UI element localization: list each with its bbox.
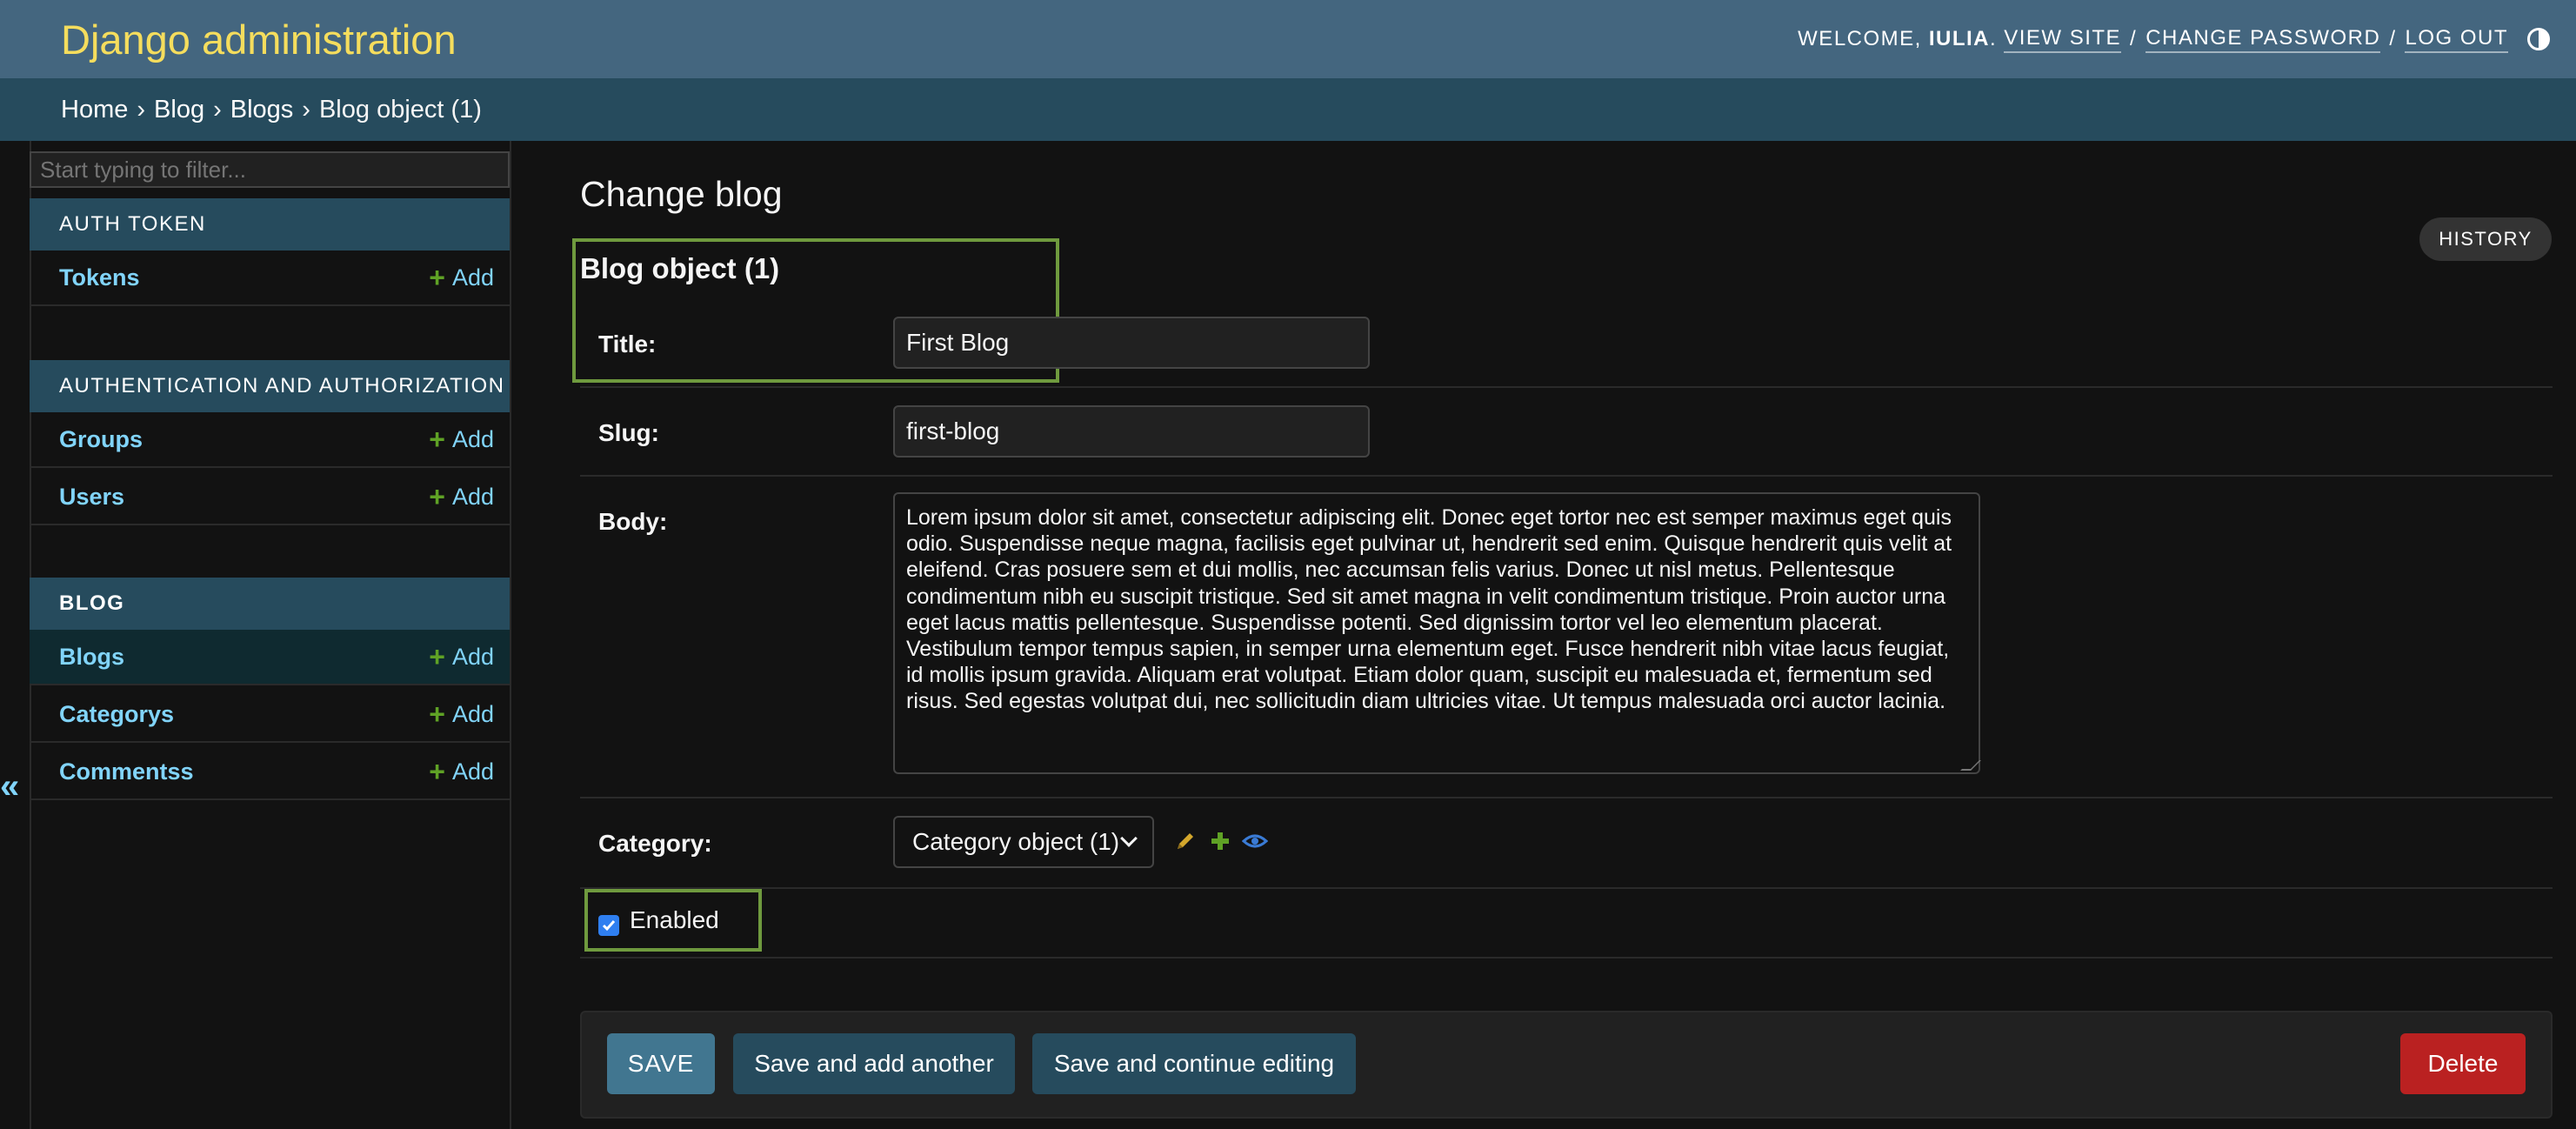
header: Django administration Welcome, Iulia . V… xyxy=(0,0,2576,78)
form-row-category xyxy=(580,798,2553,889)
save-and-add-another-button[interactable]: Save and add another xyxy=(733,1033,1015,1094)
history-button[interactable]: History xyxy=(2419,217,2552,261)
plus-icon: + xyxy=(429,480,445,512)
sidebar-item-tokens: Tokens + Add xyxy=(30,251,510,306)
chevron-down-icon xyxy=(1120,830,1138,847)
sidebar-item-blogs: Blogs + Add xyxy=(30,630,510,685)
form-row-title xyxy=(580,315,2553,388)
view-site-link[interactable]: View site xyxy=(2004,26,2122,53)
category-select[interactable]: Category object (1) xyxy=(893,816,1154,868)
welcome-text: Welcome, xyxy=(1798,27,1922,50)
add-blogs-link[interactable]: + Add xyxy=(429,641,494,673)
module-caption-auth-token[interactable]: Auth Token xyxy=(30,198,510,251)
log-out-link[interactable]: Log out xyxy=(2405,26,2508,53)
model-link-groups[interactable]: Groups xyxy=(59,426,143,453)
theme-toggle-icon[interactable] xyxy=(2527,28,2550,50)
title-label: Title: xyxy=(598,331,657,357)
plus-icon: + xyxy=(429,423,445,455)
slug-input[interactable] xyxy=(893,405,1370,458)
model-link-blogs[interactable]: Blogs xyxy=(59,644,124,671)
username: Iulia xyxy=(1928,27,1991,50)
save-button[interactable]: Save xyxy=(607,1033,715,1094)
add-label: Add xyxy=(451,425,494,452)
module-caption-blog[interactable]: Blog xyxy=(30,578,510,630)
slug-label: Slug: xyxy=(598,419,659,446)
sidebar-item-commentss: Commentss + Add xyxy=(30,745,510,800)
enabled-checkbox[interactable] xyxy=(598,915,619,936)
user-tools: Welcome, Iulia . View site / Change pass… xyxy=(1798,26,2550,53)
eye-icon[interactable] xyxy=(1242,830,1268,852)
breadcrumb-current: Blog object (1) xyxy=(318,95,482,124)
form-row-enabled xyxy=(580,889,2553,959)
body-label: Body: xyxy=(598,508,668,535)
pencil-icon[interactable] xyxy=(1174,830,1197,852)
separator: / xyxy=(2389,27,2397,50)
model-link-categorys[interactable]: Categorys xyxy=(59,701,174,728)
sidebar-item-groups: Groups + Add xyxy=(30,412,510,468)
breadcrumb-blogs[interactable]: Blogs xyxy=(230,96,294,124)
add-label: Add xyxy=(451,700,494,727)
add-groups-link[interactable]: + Add xyxy=(429,424,494,456)
sidebar-item-users: Users + Add xyxy=(30,470,510,525)
add-tokens-link[interactable]: + Add xyxy=(429,262,494,294)
toggle-sidebar-button[interactable]: « xyxy=(0,767,19,806)
welcome-period: . xyxy=(1990,27,1998,50)
plus-icon: + xyxy=(429,640,445,672)
category-selected-value: Category object (1) xyxy=(912,828,1120,855)
plus-icon: + xyxy=(429,261,445,293)
add-categorys-link[interactable]: + Add xyxy=(429,698,494,731)
breadcrumb: Home › Blog › Blogs › Blog object (1) xyxy=(0,78,2576,141)
add-commentss-link[interactable]: + Add xyxy=(429,756,494,788)
object-title: Blog object (1) xyxy=(580,252,780,284)
plus-icon: + xyxy=(429,698,445,730)
nav-filter-input[interactable] xyxy=(30,151,510,188)
add-users-link[interactable]: + Add xyxy=(429,481,494,513)
separator: / xyxy=(2130,27,2138,50)
checkmark-icon xyxy=(602,920,616,932)
model-link-users[interactable]: Users xyxy=(59,484,124,511)
add-label: Add xyxy=(451,758,494,785)
add-label: Add xyxy=(451,264,494,291)
model-link-tokens[interactable]: Tokens xyxy=(59,264,140,291)
model-link-commentss[interactable]: Commentss xyxy=(59,758,194,785)
save-and-continue-button[interactable]: Save and continue editing xyxy=(1032,1033,1356,1094)
breadcrumb-separator: › xyxy=(302,95,310,124)
change-password-link[interactable]: Change password xyxy=(2146,26,2381,53)
delete-button[interactable]: Delete xyxy=(2400,1033,2526,1094)
title-input[interactable] xyxy=(893,317,1370,369)
breadcrumb-separator: › xyxy=(213,95,222,124)
site-branding[interactable]: Django administration xyxy=(61,16,457,63)
add-label: Add xyxy=(451,643,494,670)
module-caption-authentication[interactable]: Authentication and Authorization xyxy=(30,360,510,412)
body-textarea[interactable]: Lorem ipsum dolor sit amet, consectetur … xyxy=(893,492,1980,774)
breadcrumb-blog[interactable]: Blog xyxy=(154,96,204,124)
add-label: Add xyxy=(451,483,494,510)
form-row-slug xyxy=(580,388,2553,477)
sidebar-item-categorys: Categorys + Add xyxy=(30,687,510,743)
enabled-label[interactable]: Enabled xyxy=(630,906,719,934)
page-title: Change blog xyxy=(580,174,783,214)
breadcrumb-home[interactable]: Home xyxy=(61,96,128,124)
breadcrumb-separator: › xyxy=(137,95,146,124)
plus-icon: + xyxy=(429,755,445,787)
plus-icon[interactable] xyxy=(1209,830,1231,852)
category-label: Category: xyxy=(598,830,712,857)
